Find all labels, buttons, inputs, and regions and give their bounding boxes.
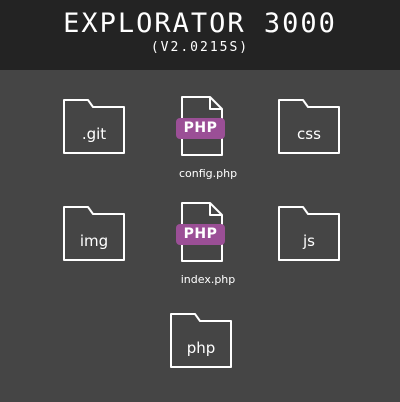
folder-item-js[interactable]: js [277, 205, 357, 295]
php-badge: PHP [176, 118, 225, 139]
folder-item-git[interactable]: .git [62, 98, 142, 188]
file-caption: config.php [178, 167, 238, 180]
folder-item-php[interactable]: php [169, 312, 249, 402]
folder-label: .git [81, 125, 107, 143]
folder-label: js [303, 232, 315, 250]
app-header: EXPLORATOR 3000 (V2.0215S) [0, 0, 400, 70]
folder-item-css[interactable]: css [277, 98, 357, 188]
file-item-config-php[interactable]: PHP config.php [176, 95, 256, 185]
app-title: EXPLORATOR 3000 [63, 8, 337, 39]
folder-label: img [79, 232, 109, 250]
folder-item-img[interactable]: img [62, 205, 142, 295]
file-caption: index.php [180, 273, 236, 286]
folder-label: php [186, 339, 216, 357]
app-version: (V2.0215S) [150, 40, 250, 55]
file-item-index-php[interactable]: PHP index.php [176, 201, 256, 291]
php-badge: PHP [176, 224, 225, 245]
folder-label: css [297, 125, 321, 143]
